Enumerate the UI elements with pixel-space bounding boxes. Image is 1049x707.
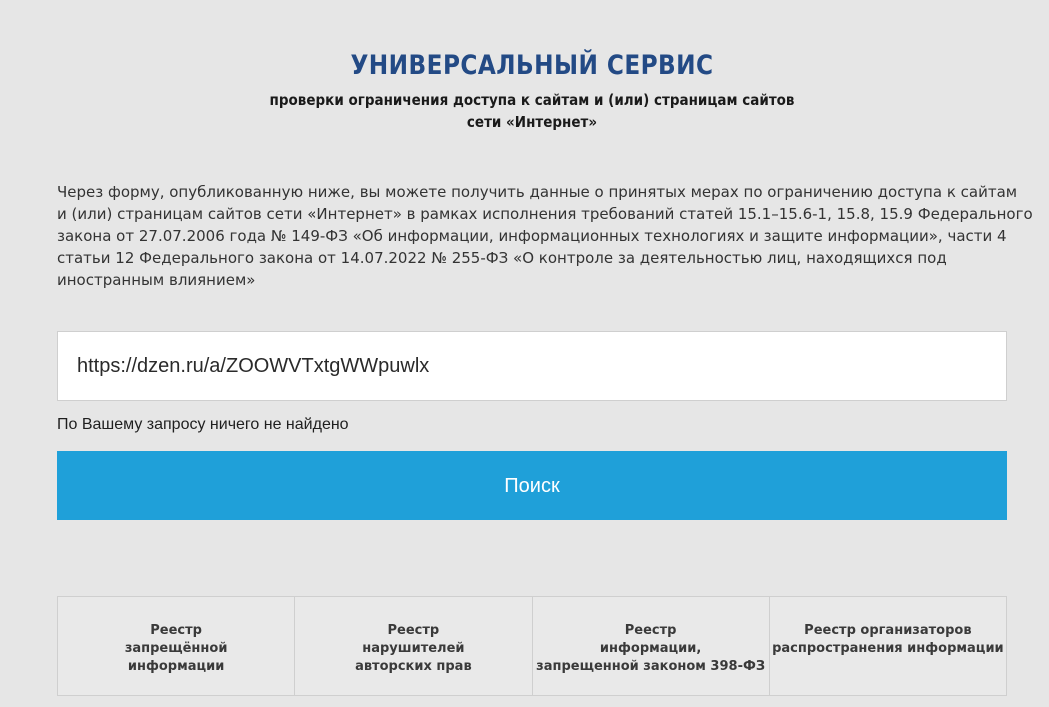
search-field-container bbox=[57, 331, 1007, 401]
subtitle-line: сети «Интернет» bbox=[466, 113, 598, 131]
registry-label-line: информации, bbox=[599, 641, 702, 656]
registry-label-line: Реестр bbox=[387, 623, 440, 638]
description-line: иностранным влиянием» bbox=[57, 271, 256, 289]
description-line: статьи 12 Федерального закона от 14.07.2… bbox=[57, 249, 947, 267]
description-line: Через форму, опубликованную ниже, вы мож… bbox=[57, 183, 1018, 201]
page: УНИВЕРСАЛЬНЫЙ СЕРВИС проверки ограничени… bbox=[0, 0, 1049, 707]
service-description: Через форму, опубликованную ниже, вы мож… bbox=[57, 181, 1033, 291]
registry-label-line: Реестр bbox=[624, 623, 677, 638]
registry-label-line: запрещенной законом 398-ФЗ bbox=[536, 659, 766, 674]
search-button[interactable]: Поиск bbox=[57, 451, 1007, 520]
registry-label-line: запрещённой bbox=[124, 641, 228, 656]
registry-label-line: авторских прав bbox=[355, 659, 472, 674]
registry-prohibited-info-link[interactable]: Реестр запрещённой информации bbox=[58, 597, 296, 695]
registry-label-line: нарушителей bbox=[362, 641, 465, 656]
registry-info-distributors-link[interactable]: Реестр организаторов распространения инф… bbox=[770, 597, 1006, 695]
registry-398-fz-link[interactable]: Реестр информации, запрещенной законом 3… bbox=[533, 597, 770, 695]
registry-copyright-violators-link[interactable]: Реестр нарушителей авторских прав bbox=[295, 597, 533, 695]
subtitle-line: проверки ограничения доступа к сайтам и … bbox=[269, 91, 795, 109]
page-title: УНИВЕРСАЛЬНЫЙ СЕРВИС bbox=[350, 50, 714, 81]
registry-label-line: информации bbox=[127, 659, 225, 674]
search-input[interactable] bbox=[58, 332, 977, 400]
registry-label-line: Реестр организаторов bbox=[804, 623, 972, 638]
search-status-message: По Вашему запросу ничего не найдено bbox=[57, 416, 349, 433]
registry-label-line: Реестр bbox=[150, 623, 202, 638]
page-subtitle: проверки ограничения доступа к сайтам и … bbox=[53, 89, 1011, 133]
registry-links: Реестр запрещённой информации Реестр нар… bbox=[57, 596, 1007, 696]
registry-label-line: распространения информации bbox=[772, 641, 1004, 656]
description-line: закона от 27.07.2006 года № 149-ФЗ «Об и… bbox=[57, 227, 1007, 245]
description-line: и (или) страницам сайтов сети «Интернет»… bbox=[57, 205, 1033, 223]
